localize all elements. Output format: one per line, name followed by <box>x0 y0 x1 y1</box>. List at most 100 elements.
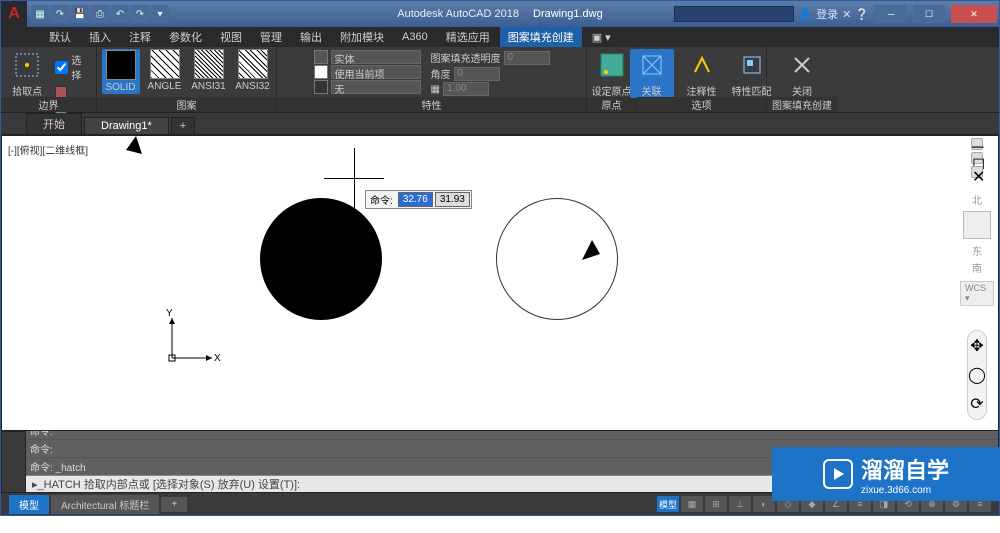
search-input[interactable] <box>674 6 794 22</box>
tab-addins[interactable]: 附加模块 <box>332 27 392 47</box>
qat-save-icon[interactable]: 💾 <box>71 5 89 23</box>
close-hatch-button[interactable]: 关闭 <box>780 49 824 98</box>
qat-undo-icon[interactable]: ↶ <box>111 5 129 23</box>
tab-a360[interactable]: A360 <box>394 29 436 45</box>
panel-properties: 实体 使用当前项 无 图案填充透明度0 角度0 ▦1.00 特性 <box>277 47 587 112</box>
panel-close: 关闭 图案填充创建 <box>767 47 837 112</box>
status-grid-icon[interactable]: ▦ <box>681 496 703 512</box>
annotation-arrow-left <box>90 136 170 286</box>
color-select[interactable]: 使用当前项 <box>331 65 421 79</box>
app-title: Autodesk AutoCAD 2018 <box>397 8 519 20</box>
status-snap-icon[interactable]: ⊞ <box>705 496 727 512</box>
close-button[interactable]: ✕ <box>951 5 997 23</box>
viewcube-rest-icon[interactable]: ◻ <box>971 152 983 164</box>
transparency-input[interactable]: 0 <box>504 51 550 65</box>
qat-dropdown-icon[interactable]: ▾ <box>151 5 169 23</box>
viewcube-close-icon[interactable]: ✕ <box>971 166 983 178</box>
modeltab-model[interactable]: 模型 <box>9 495 49 514</box>
pick-points-icon <box>11 49 43 81</box>
qat-open-icon[interactable]: ↷ <box>51 5 69 23</box>
color-icon <box>314 65 328 79</box>
tab-annotate[interactable]: 注释 <box>121 27 159 47</box>
drawing-canvas[interactable]: [-][俯视][二维线框] 命令: 32.76 31.93 X Y ─ <box>1 135 999 431</box>
associative-icon <box>636 49 668 81</box>
swatch-solid[interactable]: SOLID <box>102 49 140 94</box>
command-handle[interactable] <box>2 432 26 492</box>
ucs-x-label: X <box>214 353 221 364</box>
coord-y: 31.93 <box>435 192 470 207</box>
app-logo-icon[interactable]: A <box>1 1 27 27</box>
help-icon[interactable]: ❔ <box>855 8 869 21</box>
status-ortho-icon[interactable]: ⊥ <box>729 496 751 512</box>
user-login-label[interactable]: 登录 <box>816 6 838 22</box>
maximize-button[interactable]: ☐ <box>913 5 945 23</box>
filled-circle[interactable] <box>260 198 382 320</box>
status-model-button[interactable]: 模型 <box>657 496 679 512</box>
quick-access-toolbar: ▦ ↷ 💾 ⎙ ↶ ↷ ▾ <box>31 5 169 23</box>
qat-saveas-icon[interactable]: ⎙ <box>91 5 109 23</box>
tab-default[interactable]: 默认 <box>41 27 79 47</box>
view-controls: ─ ◻ ✕ 北 东 南 WCS ▾ ✥ ◯ ⟳ <box>960 138 994 420</box>
nav-orbit-icon[interactable]: ⟳ <box>970 394 983 414</box>
tab-featured[interactable]: 精选应用 <box>438 27 498 47</box>
doc-title: Drawing1.dwg <box>533 8 603 20</box>
associative-button[interactable]: 关联 <box>630 49 674 98</box>
select-checkbox[interactable]: 选择 <box>53 51 90 83</box>
annotative-icon <box>686 49 718 81</box>
tab-output[interactable]: 输出 <box>292 27 330 47</box>
swatch-ansi31[interactable]: ANSI31 <box>190 49 228 92</box>
modeltab-add[interactable]: + <box>161 497 187 512</box>
tab-view[interactable]: 视图 <box>212 27 250 47</box>
tab-extra-icon[interactable]: ▣ ▾ <box>584 29 619 46</box>
swatch-angle-icon <box>150 49 180 79</box>
file-tabs: 开始 Drawing1* + <box>1 113 999 135</box>
watermark-title: 溜溜自学 <box>861 453 949 485</box>
transparency-label: 图案填充透明度 <box>431 50 501 65</box>
set-origin-button[interactable]: 设定原点 <box>590 49 634 98</box>
filetab-drawing1[interactable]: Drawing1* <box>84 117 169 134</box>
wcs-dropdown[interactable]: WCS ▾ <box>960 281 994 306</box>
tab-insert[interactable]: 插入 <box>81 27 119 47</box>
scale-icon: ▦ <box>431 84 440 95</box>
qat-new-icon[interactable]: ▦ <box>31 5 49 23</box>
scale-input[interactable]: 1.00 <box>443 82 489 96</box>
filetab-add[interactable]: + <box>171 117 195 134</box>
ucs-icon[interactable]: X Y <box>162 308 222 373</box>
coord-x[interactable]: 32.76 <box>398 192 433 207</box>
pattern-type-icon <box>314 50 328 64</box>
filetab-start[interactable]: 开始 <box>26 113 82 134</box>
annotative-button[interactable]: 注释性 <box>680 49 724 98</box>
tab-parametric[interactable]: 参数化 <box>161 27 210 47</box>
bgcolor-select[interactable]: 无 <box>331 80 421 94</box>
nav-bar[interactable]: ✥ ◯ ⟳ <box>967 330 987 420</box>
viewcube[interactable] <box>963 211 991 239</box>
bgcolor-icon <box>314 80 328 94</box>
swatch-angle[interactable]: ANGLE <box>146 49 184 92</box>
modeltab-layout1[interactable]: Architectural 标题栏 <box>51 495 159 514</box>
watermark: 溜溜自学 zixue.3d66.com <box>772 447 1000 501</box>
swatch-solid-icon <box>106 50 136 80</box>
pattern-type-select[interactable]: 实体 <box>331 50 421 64</box>
command-icon: ▸_ <box>32 478 44 491</box>
panel-boundaries: 拾取点 选择 边界 <box>1 47 97 112</box>
pick-points-button[interactable]: 拾取点 <box>7 49 47 98</box>
angle-input[interactable]: 0 <box>454 67 500 81</box>
user-icon[interactable]: 👤 <box>798 8 812 21</box>
viewcube-east: 东 <box>972 243 982 258</box>
nav-pan-icon[interactable]: ✥ <box>970 336 983 356</box>
tab-manage[interactable]: 管理 <box>252 27 290 47</box>
angle-label: 角度 <box>431 66 451 81</box>
play-icon <box>823 459 853 489</box>
annotation-arrow-right <box>578 136 698 266</box>
tab-hatch-creation[interactable]: 图案填充创建 <box>500 27 582 47</box>
panel-pattern: SOLID ANGLE ANSI31 ANSI32 图案 <box>97 47 277 112</box>
minimize-button[interactable]: ─ <box>875 5 907 23</box>
swatch-ansi32-icon <box>238 49 268 79</box>
viewcube-min-icon[interactable]: ─ <box>971 138 983 150</box>
nav-zoom-icon[interactable]: ◯ <box>968 365 986 385</box>
qat-redo-icon[interactable]: ↷ <box>131 5 149 23</box>
view-label[interactable]: [-][俯视][二维线框] <box>8 142 88 157</box>
title-bar: A ▦ ↷ 💾 ⎙ ↶ ↷ ▾ Autodesk AutoCAD 2018 Dr… <box>1 1 999 27</box>
exchange-icon[interactable]: ✕ <box>842 8 851 21</box>
swatch-ansi32[interactable]: ANSI32 <box>234 49 272 92</box>
